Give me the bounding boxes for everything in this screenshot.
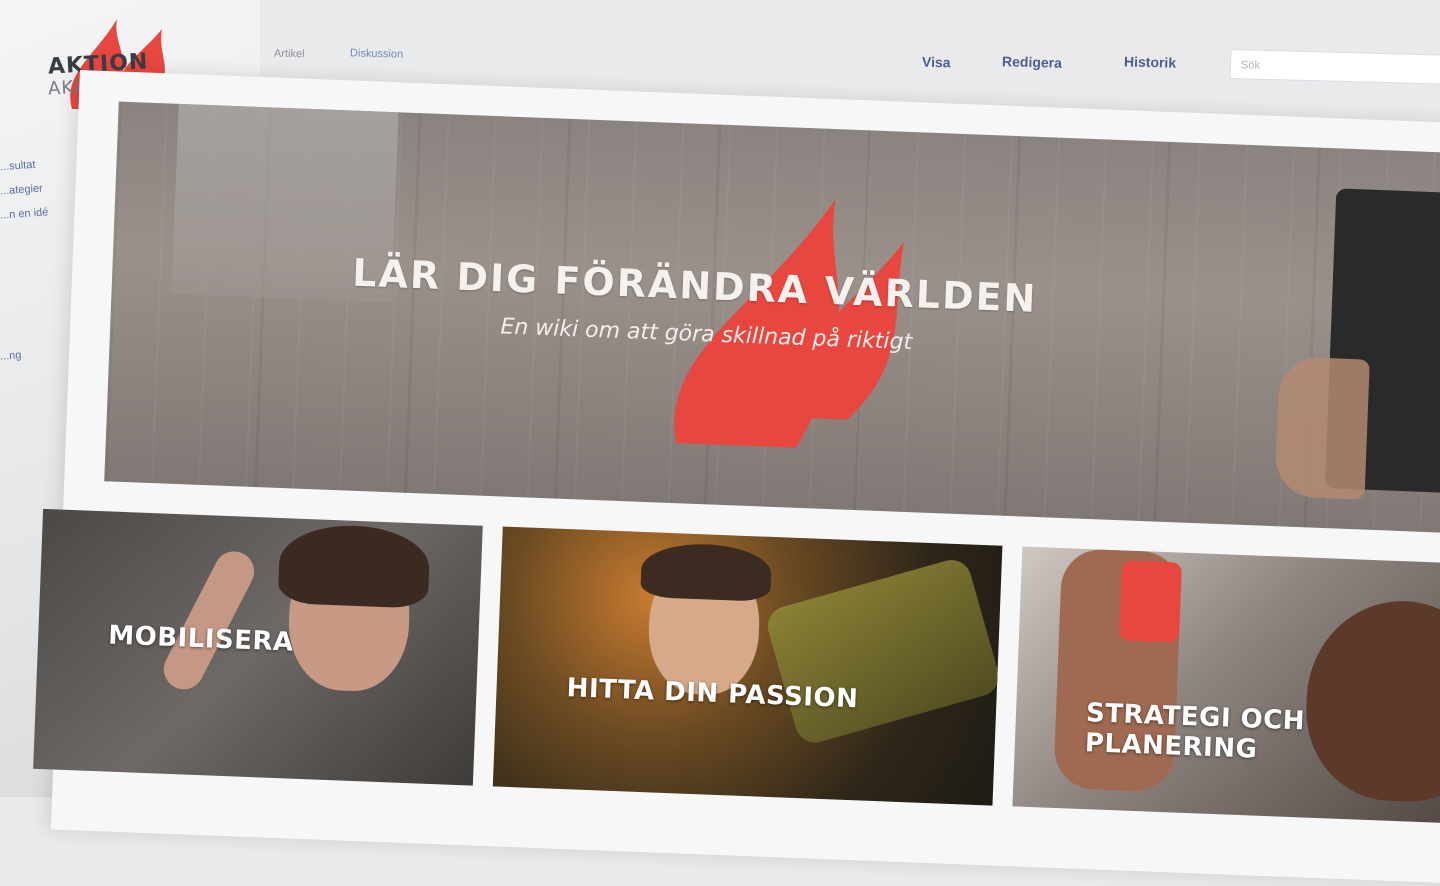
hero-hand-image bbox=[1274, 356, 1370, 500]
tab-view[interactable]: Visa bbox=[922, 54, 951, 71]
card-photo-hair bbox=[640, 541, 773, 602]
hero-banner: LÄR DIG FÖRÄNDRA VÄRLDEN En wiki om att … bbox=[104, 101, 1440, 534]
tab-article[interactable]: Artikel bbox=[274, 48, 305, 61]
tab-edit[interactable]: Redigera bbox=[1002, 53, 1062, 71]
tab-discussion[interactable]: Diskussion bbox=[350, 47, 403, 60]
card-photo-glove bbox=[1118, 560, 1182, 643]
card-photo-person bbox=[1302, 597, 1440, 805]
sidebar-link-4[interactable]: ...ng bbox=[0, 349, 22, 362]
card-strategi-och-planering[interactable]: STRATEGI OCH PLANERING bbox=[1012, 546, 1440, 826]
tab-history[interactable]: Historik bbox=[1124, 53, 1177, 70]
card-hitta-din-passion[interactable]: HITTA DIN PASSION bbox=[492, 526, 1003, 806]
content-panel: LÄR DIG FÖRÄNDRA VÄRLDEN En wiki om att … bbox=[33, 70, 1440, 884]
sidebar-link-2[interactable]: ...ategier bbox=[0, 183, 43, 198]
card-photo-hair bbox=[277, 523, 431, 609]
search-input[interactable]: Sök bbox=[1229, 48, 1440, 86]
card-label-strategi: STRATEGI OCH PLANERING bbox=[1084, 698, 1306, 765]
card-mobilisera[interactable]: MOBILISERA bbox=[33, 508, 483, 786]
sidebar-link-1[interactable]: ...sultat bbox=[0, 159, 36, 173]
card-photo-instrument bbox=[763, 555, 1003, 748]
card-photo-arm bbox=[156, 544, 262, 697]
sidebar-link-3[interactable]: ...n en idé bbox=[0, 206, 49, 221]
card-label-mobilisera: MOBILISERA bbox=[107, 620, 295, 658]
